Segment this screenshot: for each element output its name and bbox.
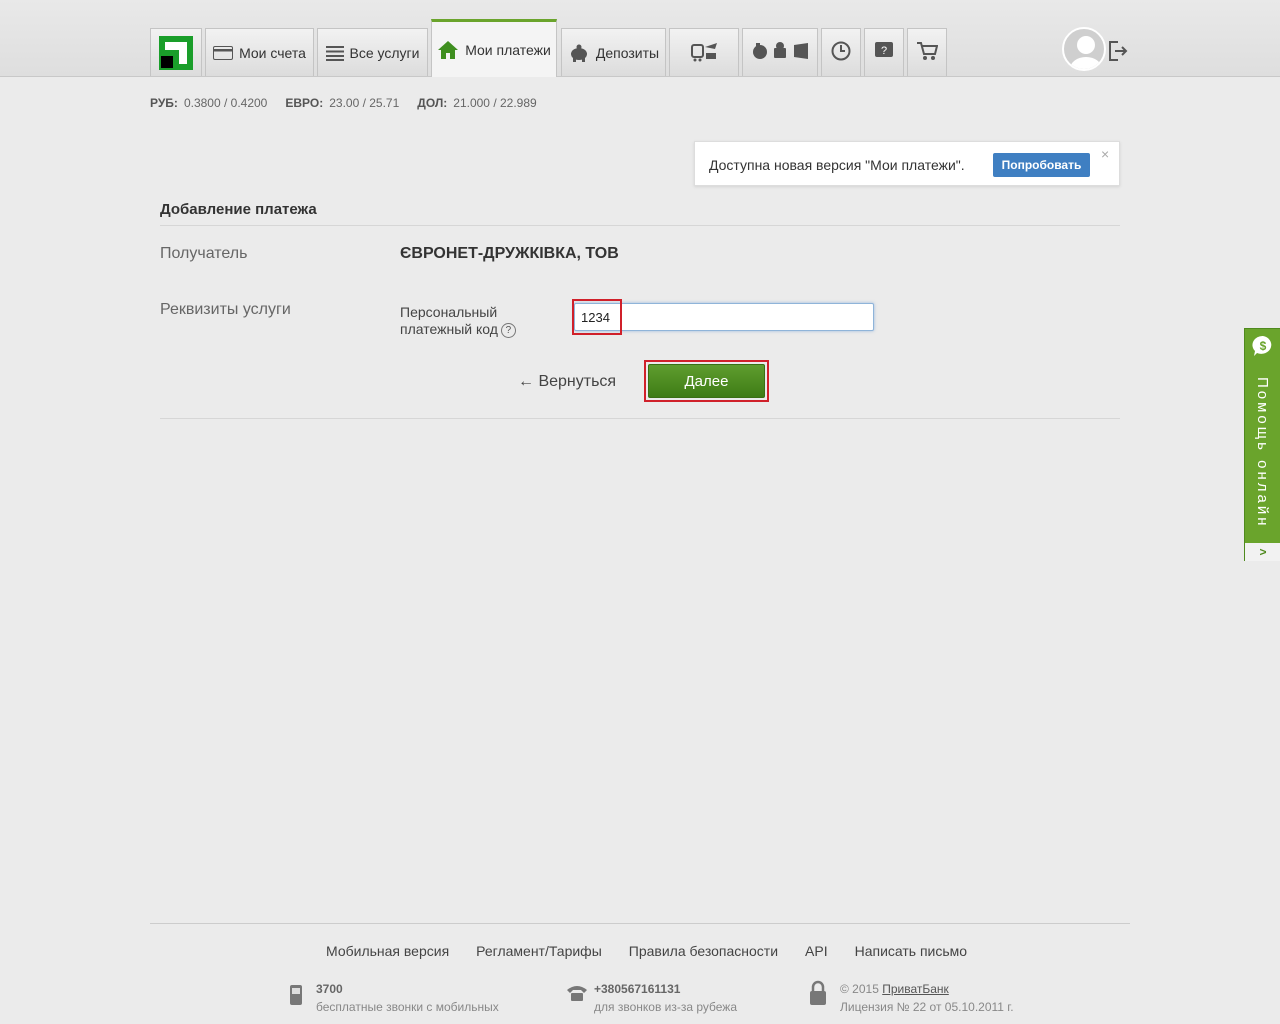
card-icon bbox=[213, 45, 234, 60]
copyright: © 2015 ПриватБанк Лицензия № 22 от 05.10… bbox=[840, 982, 1014, 1014]
try-button[interactable]: Попробовать bbox=[993, 153, 1090, 177]
help-online-label: Помощь онлайн bbox=[1254, 377, 1271, 529]
logo-icon bbox=[159, 35, 193, 70]
phone-contact: +380567161131 для звонков из-за рубежа bbox=[594, 982, 738, 1014]
mobile-phone-icon bbox=[290, 985, 302, 1005]
tab-clock[interactable] bbox=[821, 28, 861, 76]
lock-icon bbox=[810, 980, 826, 1005]
travel-icon bbox=[689, 39, 719, 66]
back-link[interactable]: ← Вернуться bbox=[518, 373, 616, 391]
logout-icon bbox=[1109, 41, 1128, 61]
help-online-tab[interactable]: $ Помощь онлайн > bbox=[1244, 328, 1280, 561]
footer-link-write[interactable]: Написать письмо bbox=[855, 943, 967, 959]
expand-arrow-icon[interactable]: > bbox=[1245, 543, 1280, 561]
footer-link-security[interactable]: Правила безопасности bbox=[629, 943, 778, 959]
footer-link-api[interactable]: API bbox=[805, 943, 828, 959]
privatbank-link[interactable]: ПриватБанк bbox=[882, 982, 949, 996]
clock-icon bbox=[831, 41, 851, 64]
payment-code-input[interactable] bbox=[574, 303, 874, 331]
mobile-platforms-icon bbox=[750, 41, 810, 64]
user-icon bbox=[1070, 36, 1102, 69]
page-title: Добавление платежа bbox=[160, 201, 317, 218]
chat-dollar-icon: $ bbox=[1252, 335, 1272, 356]
telephone-icon bbox=[567, 986, 587, 1001]
payment-code-label: Персональный платежный код? bbox=[400, 304, 516, 338]
help-question-icon[interactable]: ? bbox=[500, 322, 516, 338]
tab-cart[interactable] bbox=[907, 28, 947, 76]
tab-label: Мои платежи bbox=[465, 41, 551, 58]
home-icon bbox=[437, 40, 459, 60]
rate-usd: ДОЛ: 21.000 / 22.989 bbox=[417, 96, 537, 110]
cart-icon bbox=[916, 41, 939, 64]
tab-my-payments[interactable]: Мои платежи bbox=[431, 19, 557, 77]
recipient-value: ЄВРОНЕТ-ДРУЖКІВКА, ТОВ bbox=[400, 245, 619, 262]
footer-links: Мобильная версия Регламент/Тарифы Правил… bbox=[326, 943, 994, 959]
footer-link-tariffs[interactable]: Регламент/Тарифы bbox=[476, 943, 602, 959]
svg-text:$: $ bbox=[1260, 339, 1267, 353]
list-icon bbox=[325, 45, 344, 61]
footer-divider bbox=[150, 923, 1130, 924]
tab-label: Мои счета bbox=[239, 44, 306, 61]
piggy-bank-icon bbox=[568, 44, 590, 62]
help-icon: ? bbox=[874, 41, 894, 64]
rate-eur: ЕВРО: 23.00 / 25.71 bbox=[285, 96, 400, 110]
tab-all-services[interactable]: Все услуги bbox=[317, 28, 428, 76]
rate-rub: РУБ: 0.3800 / 0.4200 bbox=[150, 96, 268, 110]
privatbank-logo[interactable] bbox=[150, 28, 202, 76]
logout-button[interactable] bbox=[1108, 40, 1128, 62]
divider bbox=[160, 225, 1120, 226]
new-version-notice: Доступна новая версия "Мои платежи". Поп… bbox=[694, 141, 1120, 186]
tab-mobile-platforms[interactable] bbox=[742, 28, 818, 76]
close-icon[interactable]: × bbox=[1101, 146, 1109, 162]
service-details-label: Реквизиты услуги bbox=[160, 301, 291, 318]
recipient-label: Получатель bbox=[160, 245, 248, 262]
user-avatar[interactable] bbox=[1062, 27, 1106, 71]
next-button[interactable]: Далее bbox=[648, 364, 765, 398]
top-navigation-bar: Мои счета Все услуги Мои платежи Депозит… bbox=[0, 0, 1280, 77]
tab-travel[interactable] bbox=[669, 28, 739, 76]
mobile-contact: 3700 бесплатные звонки с мобильных bbox=[316, 982, 499, 1014]
tab-label: Депозиты bbox=[595, 44, 660, 61]
exchange-rates: РУБ: 0.3800 / 0.4200 ЕВРО: 23.00 / 25.71 Д… bbox=[150, 96, 537, 110]
svg-text:?: ? bbox=[881, 45, 887, 57]
footer-link-mobile[interactable]: Мобильная версия bbox=[326, 943, 449, 959]
tab-deposits[interactable]: Депозиты bbox=[561, 28, 666, 76]
tab-label: Все услуги bbox=[349, 44, 420, 61]
tab-my-accounts[interactable]: Мои счета bbox=[205, 28, 314, 76]
divider bbox=[160, 418, 1120, 419]
tab-help[interactable]: ? bbox=[864, 28, 904, 76]
notice-text: Доступна новая версия "Мои платежи". bbox=[709, 157, 965, 173]
